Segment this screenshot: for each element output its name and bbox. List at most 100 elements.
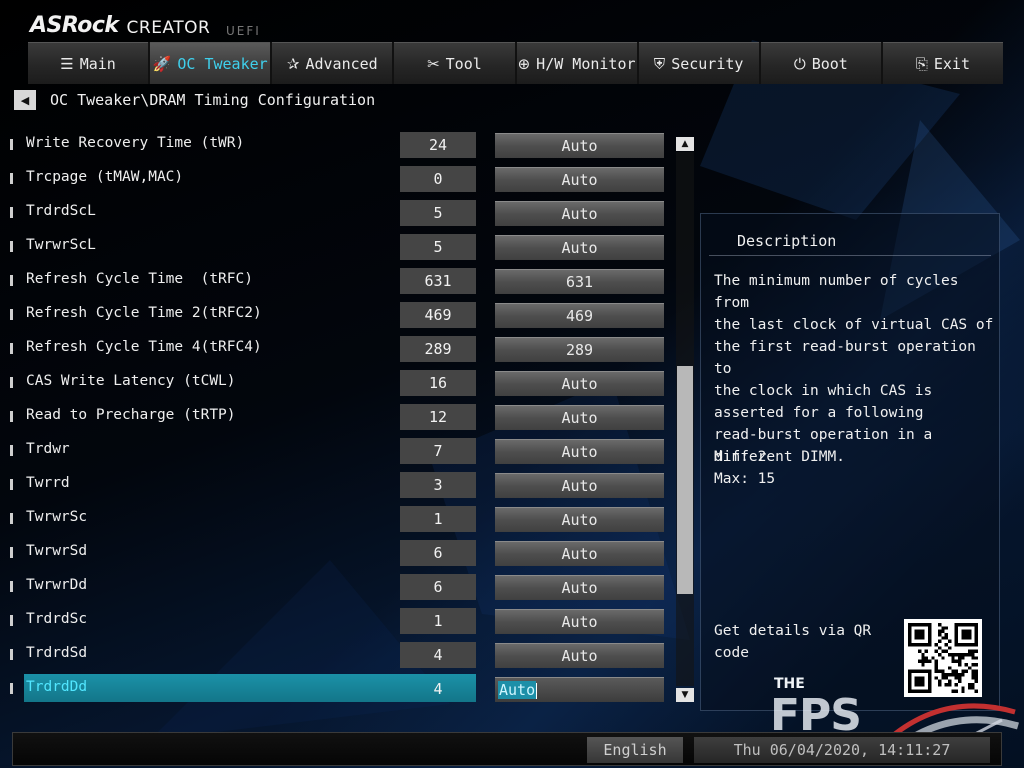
settings-list: Write Recovery Time (tWR) 24 Auto Trcpage (… [10, 128, 670, 706]
power-icon: ⏻ [793, 54, 806, 73]
setting-label: Trcpage (tMAW,MAC) [26, 169, 184, 185]
back-arrow-icon: ◀ [20, 93, 30, 107]
tab-h-w-monitor[interactable]: ⊕ H/W Monitor [516, 42, 637, 84]
rocket-icon: 🚀 [152, 54, 172, 73]
setting-row[interactable]: Twrrd 3 Auto [10, 470, 670, 498]
setting-row[interactable]: Trcpage (tMAW,MAC) 0 Auto [10, 164, 670, 192]
current-value: 16 [400, 370, 476, 396]
scrollbar-thumb[interactable] [677, 366, 693, 594]
logo-uefi: UEFI [226, 24, 261, 38]
setting-row[interactable]: TrdrdScL 5 Auto [10, 198, 670, 226]
setting-value-field[interactable]: 289 [495, 337, 664, 362]
setting-row[interactable]: TwrwrDd 6 Auto [10, 572, 670, 600]
tab-exit[interactable]: ⎘ Exit [882, 42, 1003, 84]
current-value: 469 [400, 302, 476, 328]
setting-value-field[interactable]: Auto [495, 609, 664, 634]
description-title: Description [737, 232, 837, 250]
setting-value-field[interactable]: Auto [495, 643, 664, 668]
setting-row[interactable]: Trdwr 7 Auto [10, 436, 670, 464]
row-marker [10, 547, 13, 558]
qr-code [904, 619, 982, 697]
tab-label: Exit [933, 54, 970, 73]
setting-row[interactable]: TrdrdDd 4 Auto [10, 674, 670, 702]
tab-boot[interactable]: ⏻ Boot [760, 42, 881, 84]
setting-value-field[interactable]: Auto [495, 133, 664, 158]
current-value: 7 [400, 438, 476, 464]
setting-value-field[interactable]: 631 [495, 269, 664, 294]
setting-value-field[interactable]: Auto [495, 371, 664, 396]
row-marker [10, 411, 13, 422]
description-header: Description [709, 228, 991, 256]
description-text: The minimum number of cycles from the la… [714, 273, 994, 465]
setting-value-field[interactable]: Auto [495, 541, 664, 566]
setting-row[interactable]: Refresh Cycle Time (tRFC) 631 631 [10, 266, 670, 294]
row-marker [10, 513, 13, 524]
scroll-up-button[interactable]: ▲ [676, 137, 694, 151]
setting-label: TwrwrSd [26, 543, 88, 559]
setting-value-field[interactable]: Auto [495, 167, 664, 192]
setting-row[interactable]: TwrwrSd 6 Auto [10, 538, 670, 566]
row-marker [10, 309, 13, 320]
tab-tool[interactable]: ✂ Tool [394, 42, 515, 84]
setting-row[interactable]: Write Recovery Time (tWR) 24 Auto [10, 130, 670, 158]
row-marker [10, 139, 13, 150]
description-range: Min: 2 Max: 15 [714, 446, 775, 490]
tab-oc-tweaker[interactable]: 🚀 OC Tweaker [150, 42, 271, 84]
setting-label: TwrwrScL [26, 237, 96, 253]
row-marker [10, 343, 13, 354]
row-marker [10, 615, 13, 626]
current-value: 289 [400, 336, 476, 362]
setting-row[interactable]: Read to Precharge (tRTP) 12 Auto [10, 402, 670, 430]
exit-icon: ⎘ [915, 54, 928, 73]
setting-value-field[interactable]: Auto [495, 575, 664, 600]
selected-value-text: Auto [498, 681, 537, 699]
setting-row[interactable]: TrdrdSd 4 Auto [10, 640, 670, 668]
setting-label: TrdrdSd [26, 645, 88, 661]
setting-row[interactable]: TrdrdSc 1 Auto [10, 606, 670, 634]
setting-row[interactable]: CAS Write Latency (tCWL) 16 Auto [10, 368, 670, 396]
setting-value-field[interactable]: 469 [495, 303, 664, 328]
monitor-icon: ⊕ [517, 54, 531, 73]
row-marker [10, 241, 13, 252]
breadcrumb-path: OC Tweaker\DRAM Timing Configuration [50, 91, 376, 109]
tab-advanced[interactable]: ✰ Advanced [272, 42, 393, 84]
qr-code-icon [908, 623, 978, 693]
setting-value-field[interactable]: Auto [495, 405, 664, 430]
setting-value-field[interactable]: Auto [495, 439, 664, 464]
current-value: 5 [400, 234, 476, 260]
text-caret [536, 682, 538, 699]
setting-row[interactable]: Refresh Cycle Time 4(tRFC4) 289 289 [10, 334, 670, 362]
row-marker [10, 683, 13, 694]
tab-label: H/W Monitor [536, 54, 636, 73]
setting-value-field[interactable]: Auto [495, 235, 664, 260]
setting-row[interactable]: TwrwrSc 1 Auto [10, 504, 670, 532]
tab-main[interactable]: ☰ Main [28, 42, 149, 84]
current-value: 6 [400, 540, 476, 566]
setting-value-field[interactable]: Auto [495, 677, 664, 702]
setting-label: CAS Write Latency (tCWL) [26, 373, 236, 389]
scroll-down-button[interactable]: ▼ [676, 688, 694, 702]
current-value: 6 [400, 574, 476, 600]
tab-security[interactable]: ⛨ Security [638, 42, 759, 84]
row-marker [10, 479, 13, 490]
current-value: 24 [400, 132, 476, 158]
setting-row[interactable]: Refresh Cycle Time 2(tRFC2) 469 469 [10, 300, 670, 328]
setting-label: Twrrd [26, 475, 70, 491]
tab-label: Advanced [305, 54, 378, 73]
current-value: 1 [400, 506, 476, 532]
setting-value-field[interactable]: Auto [495, 507, 664, 532]
row-marker [10, 445, 13, 456]
tab-label: Security [671, 54, 744, 73]
language-button[interactable]: English [587, 737, 683, 763]
setting-value-field[interactable]: Auto [495, 201, 664, 226]
setting-row[interactable]: TwrwrScL 5 Auto [10, 232, 670, 260]
current-value: 4 [400, 642, 476, 668]
date-time: Thu 06/04/2020, 14:11:27 [694, 737, 990, 763]
setting-label: Refresh Cycle Time 2(tRFC2) [26, 305, 262, 321]
back-button[interactable]: ◀ [14, 90, 36, 110]
setting-label: TrdrdDd [26, 679, 88, 695]
current-value: 3 [400, 472, 476, 498]
min-value: Min: 2 [714, 449, 767, 465]
row-marker [10, 377, 13, 388]
setting-value-field[interactable]: Auto [495, 473, 664, 498]
